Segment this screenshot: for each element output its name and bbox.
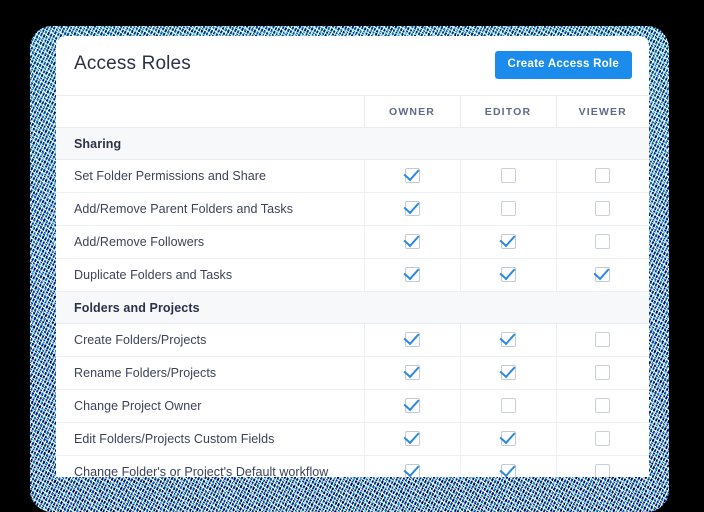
permission-cell-owner[interactable] — [363, 323, 460, 357]
permission-cell-owner[interactable] — [363, 225, 460, 259]
column-header-name — [56, 96, 364, 128]
checkbox-checked-icon[interactable] — [500, 431, 516, 447]
table-row: Change Project Owner — [56, 389, 649, 423]
checkbox-checked-icon[interactable] — [404, 365, 420, 381]
table-row: Edit Folders/Projects Custom Fields — [56, 422, 649, 456]
permissions-table: OWNER EDITOR VIEWER Sharing Set Folder Pe… — [56, 96, 649, 477]
checkbox-unchecked-icon[interactable] — [595, 431, 611, 447]
checkbox-checked-icon[interactable] — [404, 431, 420, 447]
permission-label: Create Folders/Projects — [56, 323, 364, 357]
section-header-row: Folders and Projects — [56, 291, 649, 324]
permission-cell-viewer[interactable] — [555, 323, 649, 357]
permission-cell-viewer[interactable] — [555, 258, 649, 292]
permission-label: Change Project Owner — [56, 389, 364, 423]
checkbox-checked-icon[interactable] — [500, 365, 516, 381]
permission-cell-viewer[interactable] — [555, 356, 649, 390]
table-body: Sharing Set Folder Permissions and Share A… — [56, 127, 649, 477]
permission-cell-viewer[interactable] — [555, 455, 649, 477]
permission-cell-owner[interactable] — [363, 356, 460, 390]
checkbox-unchecked-icon[interactable] — [595, 332, 611, 348]
checkbox-checked-icon[interactable] — [404, 398, 420, 414]
table-row: Set Folder Permissions and Share — [56, 159, 649, 193]
checkbox-unchecked-icon[interactable] — [595, 234, 611, 250]
checkbox-unchecked-icon[interactable] — [595, 168, 611, 184]
permission-cell-owner[interactable] — [363, 455, 460, 477]
checkbox-checked-icon[interactable] — [404, 168, 420, 184]
checkbox-checked-icon[interactable] — [404, 267, 420, 283]
section-header-row: Sharing — [56, 127, 649, 160]
section-header-label: Folders and Projects — [56, 291, 649, 324]
table-row: Add/Remove Followers — [56, 225, 649, 259]
checkbox-checked-icon[interactable] — [404, 332, 420, 348]
permission-label: Set Folder Permissions and Share — [56, 159, 364, 193]
table-row: Change Folder's or Project's Default wor… — [56, 455, 649, 477]
checkbox-checked-icon[interactable] — [404, 234, 420, 250]
permission-label: Rename Folders/Projects — [56, 356, 364, 390]
access-roles-card: Access Roles Create Access Role OWNER ED… — [56, 36, 649, 477]
table-row: Duplicate Folders and Tasks — [56, 258, 649, 292]
permission-label: Add/Remove Followers — [56, 225, 364, 259]
permission-label: Add/Remove Parent Folders and Tasks — [56, 192, 364, 226]
column-header-row: OWNER EDITOR VIEWER — [56, 96, 649, 128]
checkbox-unchecked-icon[interactable] — [595, 201, 611, 217]
checkbox-checked-icon[interactable] — [404, 464, 420, 477]
checkbox-unchecked-icon[interactable] — [595, 464, 611, 477]
page-title: Access Roles — [74, 53, 191, 74]
checkbox-unchecked-icon[interactable] — [500, 398, 516, 414]
permission-label: Change Folder's or Project's Default wor… — [56, 455, 364, 477]
checkbox-checked-icon[interactable] — [500, 234, 516, 250]
permission-cell-viewer[interactable] — [555, 422, 649, 456]
card-header: Access Roles Create Access Role — [56, 36, 649, 96]
table-row: Add/Remove Parent Folders and Tasks — [56, 192, 649, 226]
permission-cell-editor[interactable] — [459, 159, 556, 193]
permission-cell-editor[interactable] — [459, 455, 556, 477]
permission-cell-owner[interactable] — [363, 159, 460, 193]
permission-cell-editor[interactable] — [459, 258, 556, 292]
checkbox-unchecked-icon[interactable] — [595, 365, 611, 381]
checkbox-unchecked-icon[interactable] — [500, 201, 516, 217]
column-header-owner: OWNER — [363, 96, 460, 128]
checkbox-checked-icon[interactable] — [500, 464, 516, 477]
permission-cell-editor[interactable] — [459, 323, 556, 357]
permission-cell-viewer[interactable] — [555, 225, 649, 259]
section-header-label: Sharing — [56, 127, 649, 160]
permission-cell-owner[interactable] — [363, 389, 460, 423]
checkbox-checked-icon[interactable] — [500, 267, 516, 283]
permission-cell-owner[interactable] — [363, 258, 460, 292]
checkbox-unchecked-icon[interactable] — [595, 398, 611, 414]
checkbox-checked-icon[interactable] — [595, 267, 611, 283]
table-head: OWNER EDITOR VIEWER — [56, 96, 649, 128]
column-header-viewer: VIEWER — [555, 96, 649, 128]
permission-cell-editor[interactable] — [459, 422, 556, 456]
checkbox-checked-icon[interactable] — [404, 201, 420, 217]
permission-cell-viewer[interactable] — [555, 192, 649, 226]
checkbox-unchecked-icon[interactable] — [500, 168, 516, 184]
permission-label: Edit Folders/Projects Custom Fields — [56, 422, 364, 456]
permission-label: Duplicate Folders and Tasks — [56, 258, 364, 292]
create-access-role-button[interactable]: Create Access Role — [494, 51, 632, 79]
permission-cell-editor[interactable] — [459, 192, 556, 226]
permission-cell-editor[interactable] — [459, 389, 556, 423]
permission-cell-editor[interactable] — [459, 225, 556, 259]
column-header-editor: EDITOR — [459, 96, 556, 128]
permission-cell-viewer[interactable] — [555, 389, 649, 423]
permission-cell-owner[interactable] — [363, 422, 460, 456]
permission-cell-owner[interactable] — [363, 192, 460, 226]
table-row: Create Folders/Projects — [56, 323, 649, 357]
permission-cell-viewer[interactable] — [555, 159, 649, 193]
permission-cell-editor[interactable] — [459, 356, 556, 390]
checkbox-checked-icon[interactable] — [500, 332, 516, 348]
table-row: Rename Folders/Projects — [56, 356, 649, 390]
